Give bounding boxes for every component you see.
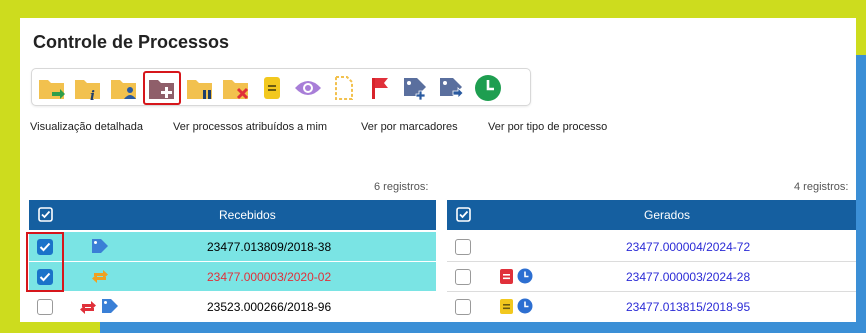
process-link[interactable]: 23477.000003/2024-28 [626, 270, 750, 284]
eye-icon [295, 81, 321, 95]
link-detailed-view[interactable]: Visualização detalhada [30, 121, 143, 133]
folder-send-icon [39, 80, 65, 99]
tag-remove-button[interactable] [436, 72, 468, 104]
select-all-recebidos-icon[interactable] [38, 207, 53, 222]
checkbox-highlight-box [26, 232, 64, 292]
recebidos-header: Recebidos [29, 200, 436, 230]
folder-pause-icon [187, 80, 212, 99]
folder-send-button[interactable] [36, 72, 68, 104]
tag-icon [102, 299, 118, 313]
tag-add-icon [404, 78, 426, 101]
folder-add-button[interactable] [143, 71, 181, 105]
process-link[interactable]: 23477.000004/2024-72 [626, 240, 750, 254]
decorative-frame-blue-right [856, 55, 866, 333]
gerados-count: 4 registros: [794, 181, 849, 193]
table-row[interactable]: 23523.000266/2018-96 [29, 292, 436, 321]
process-link[interactable]: 23477.000003/2020-02 [207, 270, 331, 284]
link-by-process-type[interactable]: Ver por tipo de processo [488, 121, 607, 133]
table-row[interactable]: 23477.013815/2018-95 [447, 292, 856, 321]
yellow-note-icon [500, 299, 513, 314]
folder-user-icon [111, 80, 136, 99]
tag-icon [92, 239, 108, 253]
arrows-exchange-icon [92, 270, 108, 283]
process-link[interactable]: 23477.013815/2018-95 [626, 300, 750, 314]
recebidos-header-label: Recebidos [219, 208, 276, 222]
flag-icon [372, 78, 388, 99]
process-link[interactable]: 23477.013809/2018-38 [207, 240, 331, 254]
link-assigned-to-me[interactable]: Ver processos atribuídos a mim [173, 121, 327, 133]
folder-info-button[interactable]: i [72, 72, 104, 104]
page-title: Controle de Processos [33, 32, 230, 52]
table-row[interactable]: 23477.000003/2024-28 [447, 262, 856, 291]
folder-add-icon [149, 80, 174, 99]
row-checkbox[interactable] [455, 299, 471, 315]
folder-close-button[interactable] [220, 72, 252, 104]
note-icon [264, 77, 280, 99]
clock-button[interactable] [472, 72, 504, 104]
row-checkbox[interactable] [455, 239, 471, 255]
table-row[interactable]: 23477.000004/2024-72 [447, 232, 856, 261]
folder-pause-button[interactable] [184, 72, 216, 104]
row-checkbox[interactable] [455, 269, 471, 285]
clock-icon [517, 268, 533, 284]
table-row[interactable]: 23477.000003/2020-02 [29, 262, 436, 291]
folder-user-button[interactable] [108, 72, 140, 104]
toolbar: i [31, 68, 531, 106]
gerados-header: Gerados [447, 200, 856, 230]
folder-close-icon [223, 80, 249, 100]
folder-info-icon: i [75, 80, 100, 101]
clock-icon [517, 298, 533, 314]
tag-remove-icon [440, 78, 464, 99]
tag-add-button[interactable] [400, 72, 432, 104]
gerados-header-label: Gerados [644, 208, 691, 222]
main-panel: Controle de Processos i Visualização det… [20, 18, 856, 322]
note-button[interactable] [256, 72, 288, 104]
document-button[interactable] [328, 72, 360, 104]
link-by-markers[interactable]: Ver por marcadores [361, 121, 458, 133]
recebidos-count: 6 registros: [374, 181, 429, 193]
flag-button[interactable] [364, 72, 396, 104]
arrows-exchange-icon [80, 301, 96, 314]
document-outline-icon [335, 76, 353, 100]
table-row[interactable]: 23477.013809/2018-38 [29, 232, 436, 261]
decorative-frame-blue-bottom [100, 322, 866, 333]
eye-button[interactable] [292, 72, 324, 104]
clock-icon [475, 75, 501, 101]
red-note-icon [500, 269, 513, 284]
svg-text:i: i [90, 89, 95, 101]
row-checkbox[interactable] [37, 299, 53, 315]
select-all-gerados-icon[interactable] [456, 207, 471, 222]
process-link[interactable]: 23523.000266/2018-96 [207, 300, 331, 314]
